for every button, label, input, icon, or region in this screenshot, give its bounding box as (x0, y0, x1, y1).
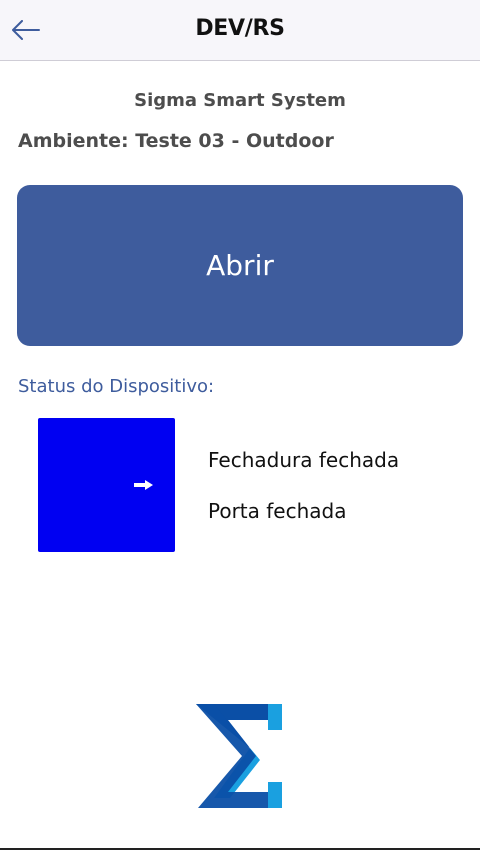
system-name: Sigma Smart System (134, 90, 346, 111)
lock-status-text: Fechadura fechada (208, 448, 400, 472)
status-indicator (38, 418, 175, 552)
ambiente-label: Ambiente: Teste 03 - Outdoor (18, 130, 334, 152)
status-label: Status do Dispositivo: (18, 376, 215, 397)
open-button[interactable]: Abrir (17, 185, 463, 346)
open-button-label: Abrir (206, 249, 274, 282)
sigma-logo-icon (196, 704, 282, 808)
page-title: DEV/RS (195, 16, 285, 41)
app-bar: DEV/RS (0, 0, 480, 61)
door-status-text: Porta fechada (208, 499, 347, 523)
arrow-right-icon (134, 480, 153, 490)
